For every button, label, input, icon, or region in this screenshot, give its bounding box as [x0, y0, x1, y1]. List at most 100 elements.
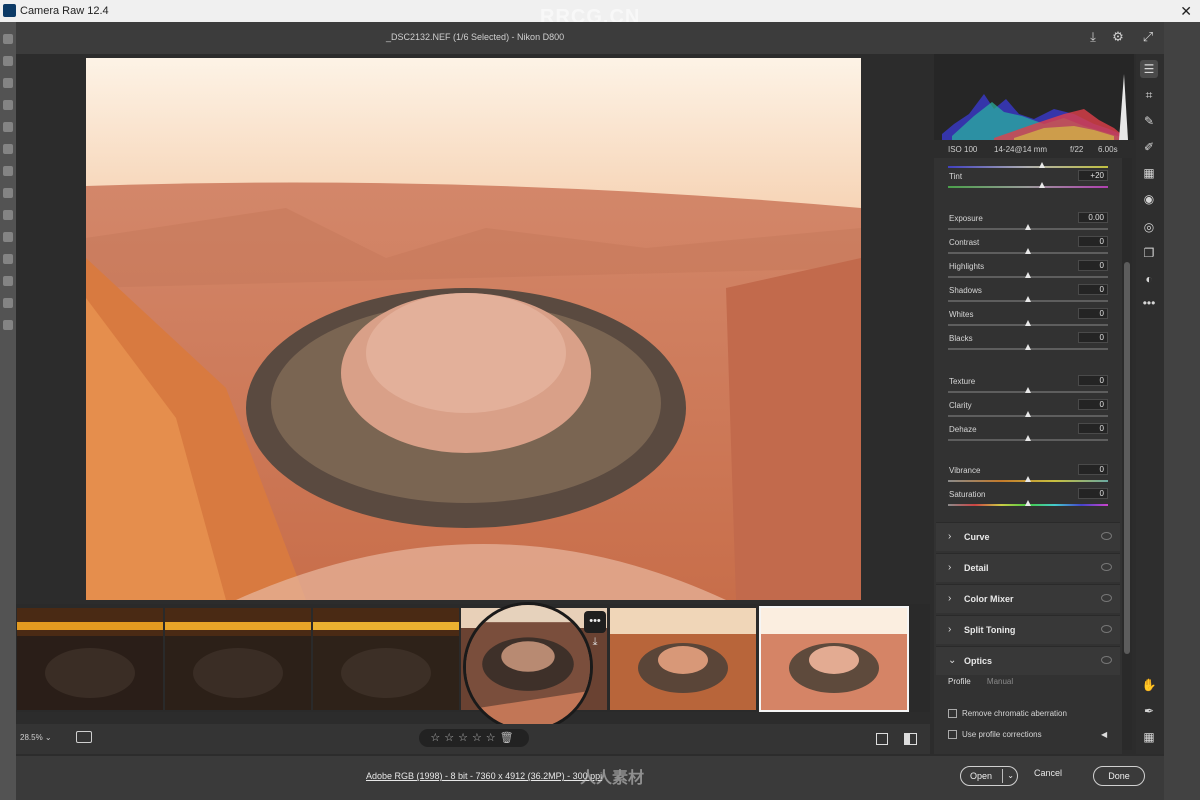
section-split-toning[interactable]: › Split Toning — [936, 615, 1120, 644]
tab-manual[interactable]: Manual — [987, 677, 1013, 686]
slider-vibrance[interactable]: Vibrance 0 — [948, 464, 1110, 490]
slider-thumb[interactable] — [1025, 344, 1031, 350]
slider-thumb[interactable] — [1039, 182, 1046, 188]
open-button[interactable]: Open ⌄ — [960, 766, 1018, 786]
slider-thumb[interactable] — [1025, 224, 1031, 230]
pen-tool-icon[interactable] — [3, 254, 13, 264]
image-preview[interactable] — [86, 58, 861, 600]
slider-value[interactable]: 0.00 — [1078, 212, 1108, 223]
eraser-tool-icon[interactable] — [3, 210, 13, 220]
slider-thumb[interactable] — [1025, 320, 1031, 326]
section-optics[interactable]: ⌄ Optics — [936, 646, 1120, 675]
slider-value[interactable]: 0 — [1078, 464, 1108, 475]
filmstrip-thumbnail[interactable] — [610, 608, 756, 710]
visibility-eye-icon[interactable] — [1101, 532, 1112, 540]
slider-value[interactable]: 0 — [1078, 236, 1108, 247]
hand-icon[interactable]: ✋ — [1140, 676, 1158, 694]
slider-contrast[interactable]: Contrast 0 — [948, 236, 1110, 262]
filmstrip-thumbnail[interactable] — [17, 608, 163, 710]
done-button[interactable]: Done — [1093, 766, 1145, 786]
slider-texture[interactable]: Texture 0 — [948, 375, 1110, 401]
grid-icon[interactable]: ▦ — [1140, 728, 1158, 746]
before-after-icon[interactable] — [904, 733, 917, 745]
slider-whites[interactable]: Whites 0 — [948, 308, 1110, 334]
marquee-tool-icon[interactable] — [3, 56, 13, 66]
slider-saturation[interactable]: Saturation 0 — [948, 488, 1110, 514]
type-tool-icon[interactable] — [3, 276, 13, 286]
slider-highlights[interactable]: Highlights 0 — [948, 260, 1110, 286]
checkbox[interactable] — [948, 730, 957, 740]
save-thumb-icon[interactable]: ⤓ — [587, 636, 603, 652]
slider-thumb[interactable] — [1025, 500, 1031, 506]
slider-thumb[interactable] — [1025, 272, 1031, 278]
use-profile-corrections-checkbox[interactable]: Use profile corrections — [948, 730, 1042, 740]
slider-dehaze[interactable]: Dehaze 0 — [948, 423, 1110, 449]
stamp-tool-icon[interactable] — [3, 188, 13, 198]
slider-thumb[interactable] — [1039, 162, 1046, 168]
slider-value[interactable]: 0 — [1078, 308, 1108, 319]
slider-value[interactable]: 0 — [1078, 260, 1108, 271]
cancel-button[interactable]: Cancel — [1034, 768, 1062, 778]
filmstrip-thumbnail[interactable] — [313, 608, 459, 710]
stars[interactable]: ☆☆☆☆☆ — [430, 732, 499, 744]
crop-tool-icon[interactable] — [3, 100, 13, 110]
brush-tool-icon[interactable] — [3, 166, 13, 176]
slider-shadows[interactable]: Shadows 0 — [948, 284, 1110, 310]
fullscreen-icon[interactable]: ⤢ — [1141, 30, 1155, 44]
filmstrip-thumbnail-selected[interactable] — [759, 606, 909, 712]
zoom-tool-icon[interactable] — [3, 320, 13, 330]
snapshot-icon[interactable]: ❐ — [1140, 244, 1158, 262]
slider-thumb[interactable] — [1025, 248, 1031, 254]
slider-value[interactable]: 0 — [1078, 399, 1108, 410]
filmstrip-toggle-icon[interactable] — [76, 731, 92, 743]
visibility-eye-icon[interactable] — [1101, 656, 1112, 664]
heal-icon[interactable]: ✎ — [1140, 112, 1158, 130]
filmstrip-thumbnail[interactable] — [165, 608, 311, 710]
rating-stars[interactable]: ☆☆☆☆☆🗑 — [419, 729, 529, 747]
slider-thumb[interactable] — [1025, 296, 1031, 302]
more-icon[interactable]: ••• — [1140, 294, 1158, 312]
close-window-button[interactable]: ✕ — [1180, 3, 1192, 20]
workflow-options-link[interactable]: Adobe RGB (1998) - 8 bit - 7360 x 4912 (… — [366, 771, 602, 781]
chevron-down-icon[interactable]: ⌄ — [1007, 767, 1014, 785]
panel-scrollbar-thumb[interactable] — [1124, 262, 1130, 654]
edit-icon[interactable]: ☰ — [1140, 60, 1158, 78]
eyedropper-tool-icon[interactable] — [3, 122, 13, 132]
hand-tool-icon[interactable] — [3, 298, 13, 308]
slider-thumb[interactable] — [1025, 387, 1031, 393]
move-tool-icon[interactable] — [3, 34, 13, 44]
visibility-eye-icon[interactable] — [1101, 625, 1112, 633]
gear-icon[interactable]: ⚙ — [1111, 30, 1125, 44]
slider-thumb[interactable] — [1025, 476, 1031, 482]
compare-view-icon[interactable] — [876, 733, 888, 745]
slider-value[interactable]: 0 — [1078, 423, 1108, 434]
remove-chromatic-aberration-checkbox[interactable]: Remove chromatic aberration — [948, 709, 1067, 719]
slider-value[interactable]: 0 — [1078, 488, 1108, 499]
radial-icon[interactable]: ◉ — [1140, 190, 1158, 208]
save-icon[interactable]: ⤓ — [1086, 30, 1100, 44]
checkbox[interactable] — [948, 709, 957, 719]
slider-clarity[interactable]: Clarity 0 — [948, 399, 1110, 425]
slider-value[interactable]: 0 — [1078, 375, 1108, 386]
slider-blacks[interactable]: Blacks 0 — [948, 332, 1110, 358]
lasso-tool-icon[interactable] — [3, 78, 13, 88]
redeye-icon[interactable]: ◎ — [1140, 218, 1158, 236]
section-color-mixer[interactable]: › Color Mixer — [936, 584, 1120, 613]
slider-thumb[interactable] — [1025, 435, 1031, 441]
slider-tint[interactable]: Tint +20 — [948, 170, 1110, 196]
trash-icon[interactable]: 🗑 — [500, 732, 518, 744]
slider-value[interactable]: +20 — [1078, 170, 1108, 181]
slider-track[interactable] — [948, 186, 1108, 188]
slider-thumb[interactable] — [1025, 411, 1031, 417]
slider-value[interactable]: 0 — [1078, 332, 1108, 343]
section-detail[interactable]: › Detail — [936, 553, 1120, 582]
heal-tool-icon[interactable] — [3, 144, 13, 154]
tab-profile[interactable]: Profile — [948, 677, 971, 686]
slider-exposure[interactable]: Exposure 0.00 — [948, 212, 1110, 238]
brush-icon[interactable]: ✐ — [1140, 138, 1158, 156]
gradient-tool-icon[interactable] — [3, 232, 13, 242]
preset-icon[interactable]: ◐ — [1140, 270, 1158, 288]
sampler-icon[interactable]: ✒ — [1140, 702, 1158, 720]
visibility-eye-icon[interactable] — [1101, 563, 1112, 571]
section-curve[interactable]: › Curve — [936, 522, 1120, 551]
